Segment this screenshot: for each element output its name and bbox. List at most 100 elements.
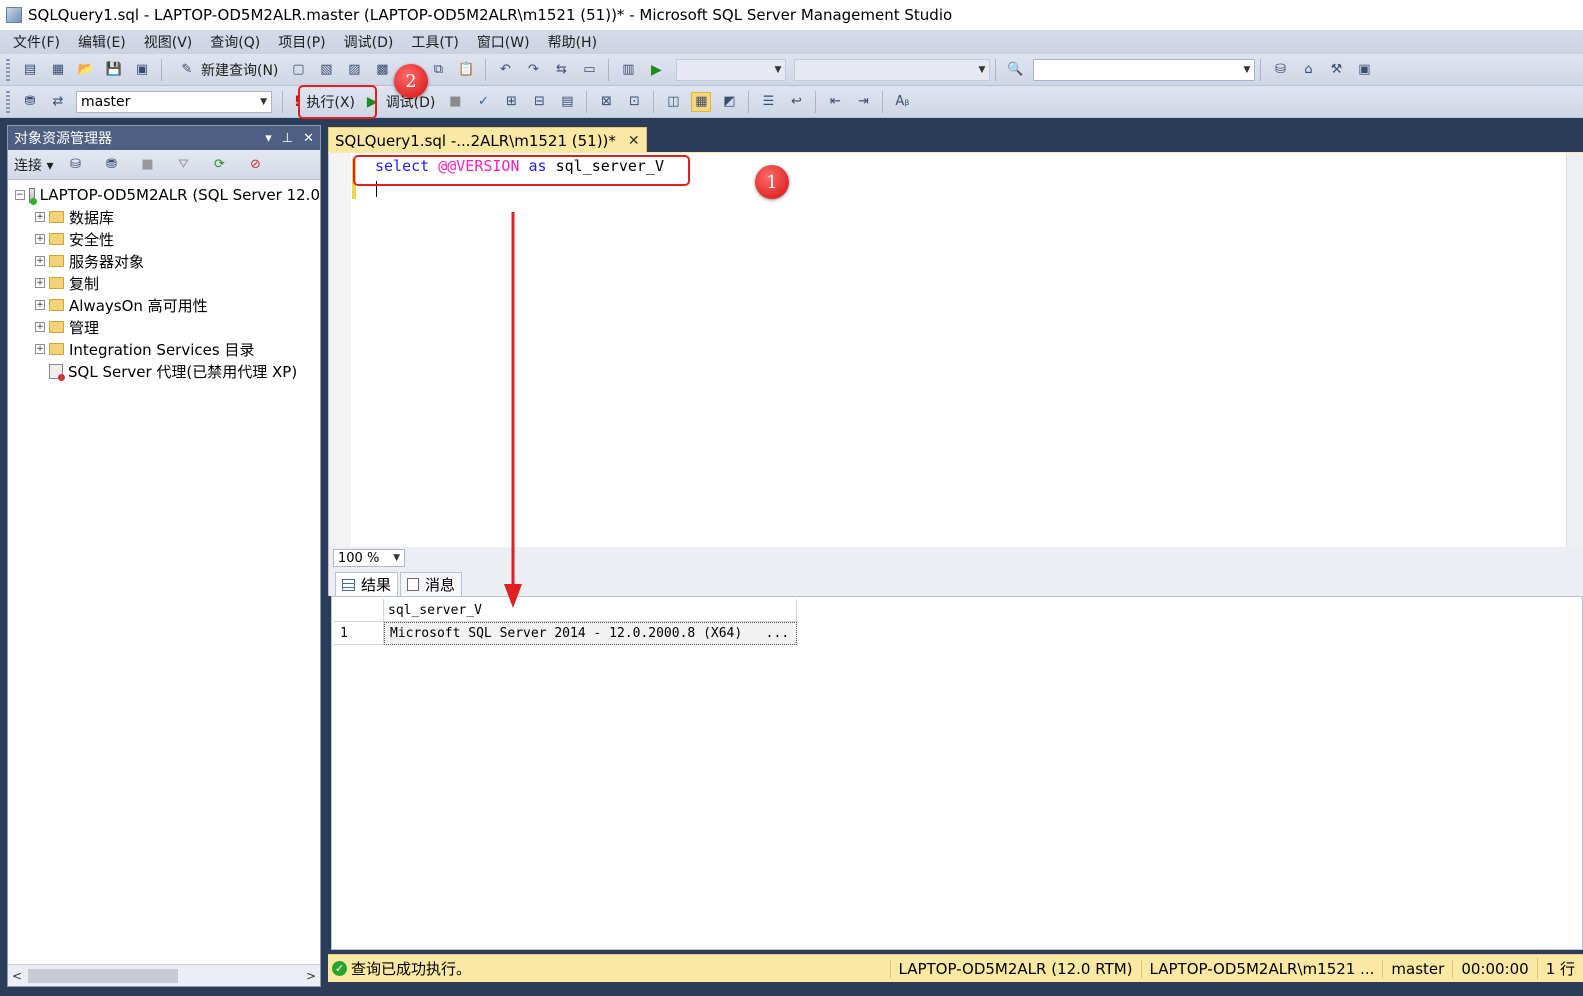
display-plan-icon[interactable]: ⊞ [501, 92, 521, 112]
tree-node-databases[interactable]: + 数据库 [8, 206, 320, 228]
query-designer-icon[interactable]: ⊟ [529, 92, 549, 112]
pane-dropdown-icon[interactable]: ▾ [265, 131, 272, 146]
start-debugging-icon[interactable]: ▶ [646, 60, 666, 80]
connect-server-icon[interactable]: ⛁ [65, 155, 85, 175]
expand-icon[interactable]: + [35, 322, 45, 332]
horizontal-scrollbar[interactable]: < > [8, 964, 320, 986]
tab-messages[interactable]: 消息 [400, 572, 463, 596]
menu-project[interactable]: 项目(P) [269, 32, 334, 52]
find-combo[interactable]: ▼ [1033, 58, 1256, 81]
editor-vertical-scrollbar[interactable] [1566, 153, 1583, 547]
xmla-query-icon[interactable]: ▩ [372, 60, 392, 80]
tree-label: 数据库 [69, 208, 115, 227]
zoom-combo[interactable]: 100 % ▼ [333, 549, 405, 567]
new-project-icon[interactable]: ▤ [20, 60, 40, 80]
uncomment-icon[interactable]: ↩ [786, 92, 806, 112]
tree-node-server[interactable]: − LAPTOP-OD5M2ALR (SQL Server 12.0 [8, 184, 320, 206]
navigate-icon[interactable]: ⇆ [551, 60, 571, 80]
scroll-right-icon[interactable]: > [306, 969, 316, 983]
connect-dropdown[interactable]: 连接 ▾ [14, 155, 53, 175]
tree-label: SQL Server 代理(已禁用代理 XP) [68, 362, 298, 381]
tree-node-sql-agent[interactable]: SQL Server 代理(已禁用代理 XP) [8, 360, 320, 382]
cancel-query-icon[interactable]: ■ [445, 92, 465, 112]
decrease-indent-icon[interactable]: ⇤ [825, 92, 845, 112]
filter-icon[interactable]: ⛛ [173, 155, 193, 175]
collapse-icon[interactable]: − [15, 190, 25, 200]
expand-icon[interactable]: + [35, 344, 45, 354]
save-icon[interactable]: 💾 [104, 60, 124, 80]
menu-debug[interactable]: 调试(D) [335, 32, 403, 52]
comment-icon[interactable]: ☰ [758, 92, 778, 112]
expand-icon[interactable]: + [35, 300, 45, 310]
row-header-corner[interactable] [334, 599, 384, 622]
expand-icon[interactable]: + [35, 212, 45, 222]
intellisense-icon[interactable]: ⊠ [596, 92, 616, 112]
column-header[interactable]: sql_server_V [384, 599, 797, 622]
analysis-query-icon[interactable]: ▧ [316, 60, 336, 80]
database-engine-query-icon[interactable]: ▢ [288, 60, 308, 80]
increase-indent-icon[interactable]: ⇥ [853, 92, 873, 112]
change-connection-icon[interactable]: ⇄ [48, 92, 68, 112]
properties-icon[interactable]: ⌂ [1298, 60, 1318, 80]
row-number[interactable]: 1 [334, 622, 384, 645]
tree-node-server-objects[interactable]: + 服务器对象 [8, 250, 320, 272]
tree-node-integration-services[interactable]: + Integration Services 目录 [8, 338, 320, 360]
tree-node-management[interactable]: + 管理 [8, 316, 320, 338]
mdx-query-icon[interactable]: ▨ [344, 60, 364, 80]
parse-icon[interactable]: ✓ [473, 92, 493, 112]
new-query-button[interactable]: ✎ 新建查询(N) [167, 58, 284, 82]
registered-servers-icon[interactable]: ⛁ [1270, 60, 1290, 80]
available-databases-combo[interactable]: master ▼ [76, 90, 272, 113]
tab-label: 结果 [361, 576, 392, 594]
menu-window[interactable]: 窗口(W) [468, 32, 539, 52]
tree-node-security[interactable]: + 安全性 [8, 228, 320, 250]
template-explorer-icon[interactable]: ▣ [1354, 60, 1374, 80]
toolbar-grip[interactable] [6, 58, 10, 81]
results-to-grid-icon[interactable]: ▦ [691, 91, 712, 112]
actual-plan-icon[interactable]: ⊡ [624, 92, 644, 112]
expand-icon[interactable]: + [35, 278, 45, 288]
activity-monitor-icon[interactable]: ▥ [618, 60, 638, 80]
menu-help[interactable]: 帮助(H) [539, 32, 606, 52]
tree-node-replication[interactable]: + 复制 [8, 272, 320, 294]
paste-icon[interactable]: 📋 [456, 60, 476, 80]
tree-node-alwayson[interactable]: + AlwaysOn 高可用性 [8, 294, 320, 316]
platform-combo[interactable]: ▼ [794, 58, 991, 81]
close-tab-icon[interactable]: ✕ [628, 133, 640, 149]
menu-tools[interactable]: 工具(T) [402, 32, 467, 52]
query-options-icon[interactable]: ▤ [557, 92, 577, 112]
tools-icon[interactable]: ⚒ [1326, 60, 1346, 80]
scroll-thumb[interactable] [28, 969, 178, 983]
close-icon[interactable]: ✕ [303, 131, 314, 146]
tab-sqlquery1[interactable]: SQLQuery1.sql -...2ALR\m1521 (51))* ✕ [328, 127, 647, 153]
undo-icon[interactable]: ↶ [495, 60, 515, 80]
tab-results[interactable]: 结果 [335, 572, 399, 596]
find-in-files-icon[interactable]: 🔍 [1005, 60, 1025, 80]
add-item-icon[interactable]: ▦ [48, 60, 68, 80]
client-statistics-icon[interactable]: ◫ [663, 92, 683, 112]
menu-view[interactable]: 视图(V) [135, 32, 202, 52]
copy-icon[interactable]: ⧉ [428, 60, 448, 80]
menu-query[interactable]: 查询(Q) [201, 32, 269, 52]
document-tab-strip: SQLQuery1.sql -...2ALR\m1521 (51))* ✕ [328, 125, 1583, 155]
menu-edit[interactable]: 编辑(E) [69, 32, 135, 52]
results-to-file-icon[interactable]: ◩ [719, 92, 739, 112]
open-file-icon[interactable]: 📂 [76, 60, 96, 80]
expand-icon[interactable]: + [35, 256, 45, 266]
specify-values-icon[interactable]: Aᵦ [892, 92, 912, 112]
activity-icon[interactable]: ⊘ [245, 155, 265, 175]
expand-icon[interactable]: + [35, 234, 45, 244]
refresh-icon[interactable]: ⟳ [209, 155, 229, 175]
connect-icon[interactable]: ⛃ [20, 92, 40, 112]
stop-icon[interactable]: ■ [137, 155, 157, 175]
pin-icon[interactable]: ⊥ [282, 131, 293, 146]
menu-file[interactable]: 文件(F) [4, 32, 69, 52]
solution-config-combo[interactable]: ▼ [676, 58, 787, 81]
result-cell[interactable]: Microsoft SQL Server 2014 - 12.0.2000.8 … [384, 622, 797, 645]
scroll-left-icon[interactable]: < [12, 969, 22, 983]
print-preview-icon[interactable]: ▭ [579, 60, 599, 80]
toolbar-grip[interactable] [6, 90, 10, 113]
save-all-icon[interactable]: ▣ [132, 60, 152, 80]
redo-icon[interactable]: ↷ [523, 60, 543, 80]
disconnect-icon[interactable]: ⛃ [101, 155, 121, 175]
